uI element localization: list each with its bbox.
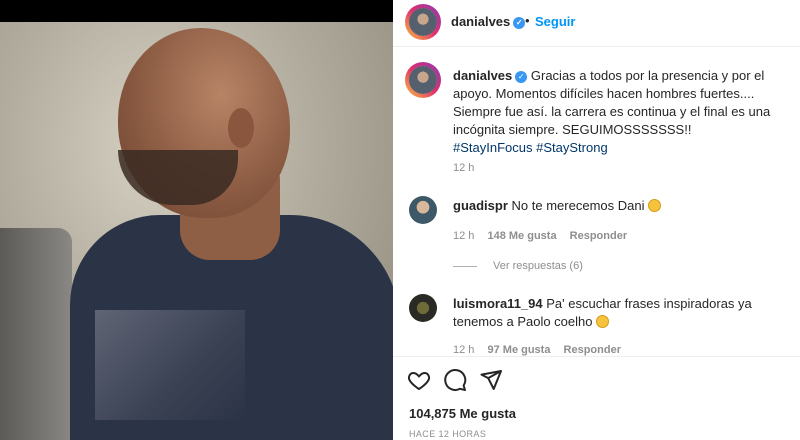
comment-avatar[interactable] — [409, 196, 437, 224]
header-username-text[interactable]: danialves — [451, 14, 510, 29]
comment-text-1: guadispr No te merecemos Dani — [453, 197, 783, 215]
follow-button[interactable]: Seguir — [535, 14, 575, 29]
caption-time: 12 h — [453, 162, 475, 174]
comment-icon[interactable] — [443, 368, 467, 392]
actions-divider — [393, 356, 800, 357]
reply-button[interactable]: Responder — [564, 344, 621, 356]
caption-avatar[interactable] — [405, 62, 441, 98]
comment-avatar[interactable] — [409, 294, 437, 322]
comment-username[interactable]: luismora11_94 — [453, 296, 543, 311]
comment-likes[interactable]: 148 Me gusta — [487, 230, 556, 242]
header-separator: • — [525, 13, 530, 28]
comment-meta-1: 12 h 148 Me gusta Responder — [453, 230, 627, 242]
hashtag-stayinfocus[interactable]: #StayInFocus — [453, 140, 533, 155]
view-replies-button[interactable]: Ver respuestas (6) — [493, 260, 583, 272]
verified-icon: ✓ — [515, 71, 528, 83]
post-panel: danialves ✓ • Seguir danialves ✓ Gracias a… — [393, 0, 800, 440]
share-icon[interactable] — [479, 368, 503, 392]
photo-chair-left — [0, 228, 72, 440]
post-photo — [0, 0, 393, 440]
comment-text-2: luismora11_94 Pa' escuchar frases inspir… — [453, 295, 783, 331]
post-time: HACE 12 HORAS — [409, 429, 487, 439]
header-avatar[interactable] — [405, 4, 441, 40]
comment-body: No te merecemos Dani — [511, 198, 645, 213]
comment-time: 12 h — [453, 344, 475, 356]
caption-username[interactable]: danialves — [453, 68, 512, 83]
photo-ear — [228, 108, 254, 148]
crying-face-icon — [648, 199, 662, 212]
reply-button[interactable]: Responder — [570, 230, 627, 242]
replies-line — [453, 266, 477, 267]
verified-icon: ✓ — [513, 17, 526, 29]
comment-username[interactable]: guadispr — [453, 198, 508, 213]
post-caption: danialves ✓ Gracias a todos por la presen… — [453, 67, 793, 157]
header-divider — [393, 46, 800, 47]
comment-time: 12 h — [453, 230, 475, 242]
heart-icon[interactable] — [407, 368, 431, 392]
photo-shirt-print — [95, 310, 245, 420]
crying-face-icon — [596, 315, 610, 328]
hashtag-staystrong[interactable]: #StayStrong — [536, 140, 608, 155]
header-username[interactable]: danialves ✓ — [451, 14, 526, 29]
likes-count[interactable]: 104,875 Me gusta — [409, 406, 516, 421]
comment-meta-2: 12 h 97 Me gusta Responder — [453, 344, 621, 356]
comment-likes[interactable]: 97 Me gusta — [487, 344, 550, 356]
